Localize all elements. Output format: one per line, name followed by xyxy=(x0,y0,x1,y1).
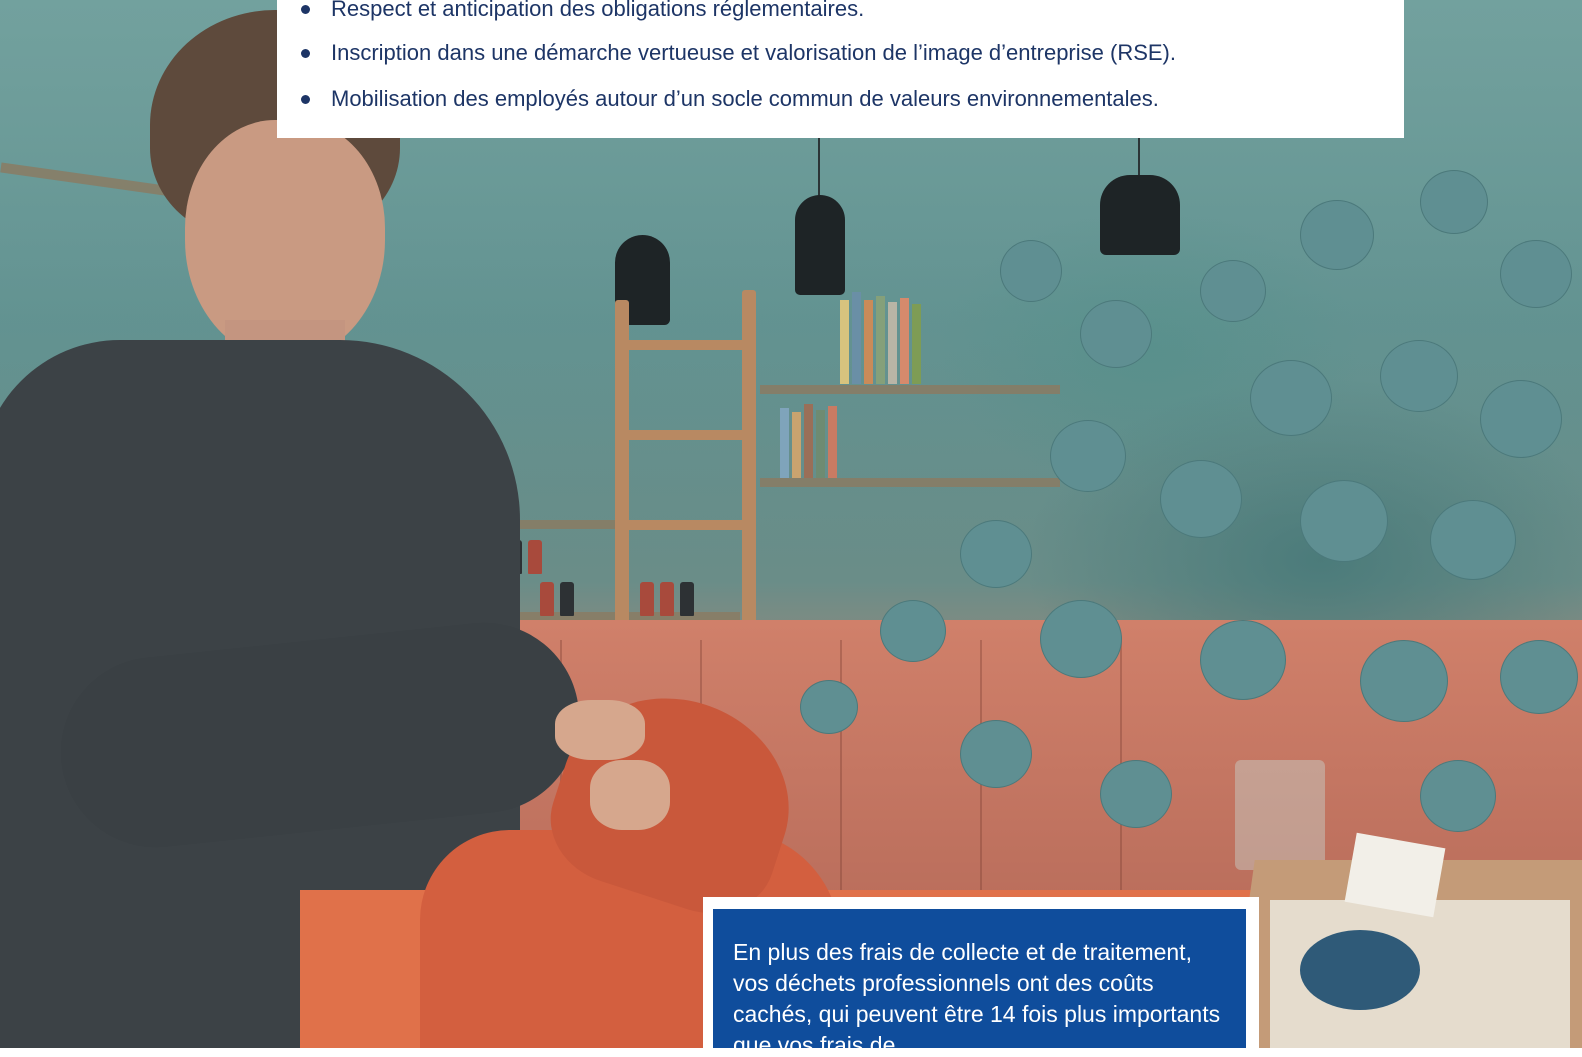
page-bottom-edge xyxy=(0,1048,1582,1057)
book xyxy=(804,404,813,478)
bottle xyxy=(540,582,554,616)
shelf xyxy=(760,478,1060,487)
eucalyptus-leaf xyxy=(1380,340,1458,412)
hand xyxy=(555,700,645,760)
eucalyptus-leaf xyxy=(960,720,1032,788)
bullet-icon xyxy=(301,5,310,14)
eucalyptus-leaf xyxy=(1420,170,1488,234)
info-box: En plus des frais de collecte et de trai… xyxy=(713,909,1246,1057)
eucalyptus-leaf xyxy=(1500,640,1578,714)
bottle xyxy=(640,582,654,616)
hand xyxy=(590,760,670,830)
eucalyptus-leaf xyxy=(1420,760,1496,832)
book xyxy=(780,408,789,478)
book xyxy=(828,406,837,478)
bottle xyxy=(528,540,542,574)
book xyxy=(852,292,861,384)
eucalyptus-leaf xyxy=(1000,240,1062,302)
eucalyptus-leaf xyxy=(800,680,858,734)
counter-seam xyxy=(840,640,842,900)
eucalyptus-leaf xyxy=(1300,480,1388,562)
book xyxy=(816,410,825,478)
bottle xyxy=(660,582,674,616)
eucalyptus-leaf xyxy=(1200,620,1286,700)
ladder-rung xyxy=(615,340,755,350)
pendant-lamp xyxy=(795,195,845,295)
bullet-icon xyxy=(301,95,310,104)
book xyxy=(864,300,873,384)
ladder-rung xyxy=(615,430,755,440)
eucalyptus-leaf xyxy=(1430,500,1516,580)
book xyxy=(912,304,921,384)
eucalyptus-leaf xyxy=(1200,260,1266,322)
eucalyptus-leaf xyxy=(880,600,946,662)
shelf xyxy=(760,385,1060,394)
product-tin xyxy=(1300,930,1420,1010)
book xyxy=(888,302,897,384)
ladder-rung xyxy=(615,520,755,530)
bottle xyxy=(560,582,574,616)
bottle xyxy=(680,582,694,616)
book xyxy=(792,412,801,478)
info-text: En plus des frais de collecte et de trai… xyxy=(733,939,1221,1057)
eucalyptus-leaf xyxy=(960,520,1032,588)
eucalyptus-leaf xyxy=(1080,300,1152,368)
book xyxy=(900,298,909,384)
book xyxy=(840,300,849,384)
eucalyptus-leaf xyxy=(1050,420,1126,492)
eucalyptus-leaf xyxy=(1250,360,1332,436)
eucalyptus-leaf xyxy=(1100,760,1172,828)
eucalyptus-leaf xyxy=(1040,600,1122,678)
eucalyptus-leaf xyxy=(1360,640,1448,722)
glass-vase xyxy=(1235,760,1325,870)
pendant-lamp xyxy=(1100,175,1180,255)
lamp-cord xyxy=(818,130,820,200)
eucalyptus-leaf xyxy=(1480,380,1562,458)
eucalyptus-leaf xyxy=(1300,200,1374,270)
eucalyptus-leaf xyxy=(1160,460,1242,538)
benefits-card: Respect et anticipation des obligations … xyxy=(277,0,1404,138)
bullet-icon xyxy=(301,49,310,58)
book xyxy=(876,296,885,384)
eucalyptus-leaf xyxy=(1500,240,1572,308)
page: Respect et anticipation des obligations … xyxy=(0,0,1582,1057)
